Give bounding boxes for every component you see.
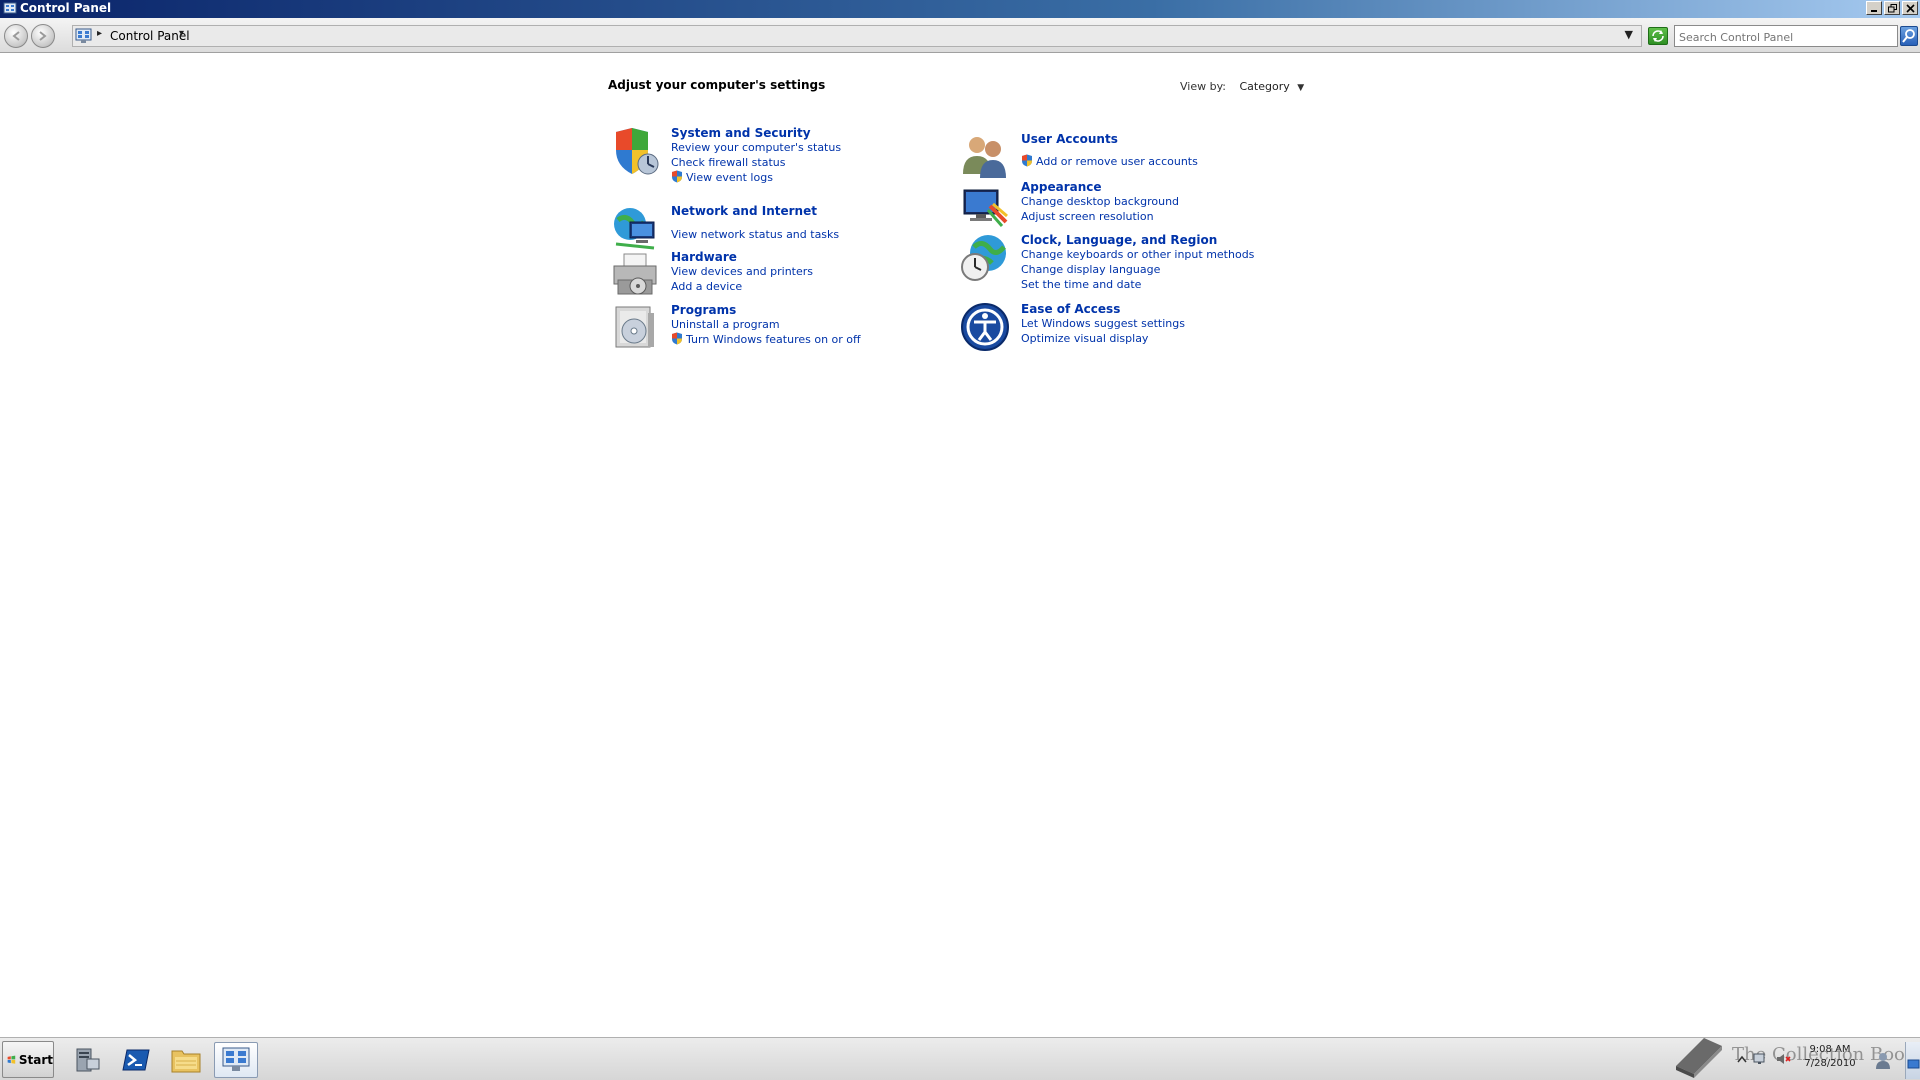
- programs-disc-icon: [615, 306, 654, 348]
- category-title[interactable]: Network and Internet: [671, 204, 839, 218]
- back-arrow-icon: [12, 31, 20, 41]
- network-tray-icon[interactable]: [1753, 1052, 1769, 1066]
- history-dropdown-icon[interactable]: ▼: [1625, 28, 1633, 41]
- show-desktop-icon: [1907, 1059, 1920, 1069]
- search-input[interactable]: [1679, 28, 1859, 47]
- control-panel-icon: [222, 1047, 250, 1071]
- start-button[interactable]: Start: [2, 1041, 54, 1078]
- volume-muted-icon[interactable]: [1775, 1052, 1791, 1066]
- network-globe-icon: [614, 208, 655, 250]
- link-optimize-display[interactable]: Optimize visual display: [1021, 331, 1185, 346]
- view-by-control: View by: Category ▼: [1180, 80, 1304, 93]
- uac-shield-icon: [672, 332, 682, 345]
- link-network-status[interactable]: View network status and tasks: [671, 227, 839, 242]
- refresh-button[interactable]: [1648, 27, 1668, 45]
- link-desktop-background[interactable]: Change desktop background: [1021, 194, 1179, 209]
- forward-button[interactable]: [31, 24, 55, 48]
- shield-icon: [616, 128, 659, 175]
- control-panel-icon: [75, 28, 92, 43]
- control-panel-icon: [3, 2, 17, 14]
- uac-shield-icon: [1022, 154, 1032, 167]
- category-title[interactable]: Appearance: [1021, 180, 1179, 194]
- category-title[interactable]: System and Security: [671, 126, 841, 140]
- powershell-icon: [122, 1049, 150, 1071]
- taskbar: Start: [0, 1037, 1920, 1080]
- link-uninstall-program[interactable]: Uninstall a program: [671, 317, 861, 332]
- title-bar: Control Panel: [0, 0, 1920, 18]
- address-field[interactable]: ▸ Control Panel ▾ ▼: [72, 25, 1642, 47]
- link-time-and-date[interactable]: Set the time and date: [1021, 277, 1254, 292]
- refresh-icon: [1652, 30, 1664, 42]
- taskbar-explorer[interactable]: [164, 1042, 208, 1078]
- breadcrumb[interactable]: Control Panel: [110, 29, 190, 43]
- link-label: Add or remove user accounts: [1036, 155, 1198, 168]
- printer-icon: [613, 253, 657, 295]
- show-hidden-icons-icon[interactable]: [1737, 1054, 1747, 1066]
- user-tray-icon[interactable]: [1873, 1050, 1893, 1070]
- window-title: Control Panel: [20, 1, 112, 15]
- back-button[interactable]: [4, 24, 28, 48]
- show-desktop-button[interactable]: [1905, 1042, 1920, 1079]
- link-label: Turn Windows features on or off: [686, 333, 861, 346]
- explorer-folder-icon: [171, 1050, 201, 1073]
- chevron-down-icon[interactable]: ▾: [179, 28, 184, 39]
- taskbar-server-manager[interactable]: [64, 1042, 108, 1078]
- taskbar-control-panel[interactable]: [214, 1042, 258, 1078]
- category-title[interactable]: User Accounts: [1021, 132, 1198, 146]
- address-toolbar: ▸ Control Panel ▾ ▼: [0, 18, 1920, 53]
- search-button[interactable]: [1900, 26, 1918, 46]
- monitor-color-icon: [963, 189, 1008, 227]
- category-title[interactable]: Ease of Access: [1021, 302, 1185, 316]
- link-change-keyboards[interactable]: Change keyboards or other input methods: [1021, 247, 1254, 262]
- link-review-status[interactable]: Review your computer's status: [671, 140, 841, 155]
- users-icon: [963, 137, 1006, 178]
- forward-arrow-icon: [39, 31, 47, 41]
- link-screen-resolution[interactable]: Adjust screen resolution: [1021, 209, 1179, 224]
- view-by-label: View by:: [1180, 80, 1226, 93]
- link-view-devices[interactable]: View devices and printers: [671, 264, 813, 279]
- clock[interactable]: 9:08 AM 7/28/2010: [1795, 1043, 1865, 1071]
- category-title[interactable]: Hardware: [671, 250, 813, 264]
- close-button[interactable]: [1902, 1, 1918, 15]
- link-add-device[interactable]: Add a device: [671, 279, 813, 294]
- restore-button[interactable]: [1884, 1, 1900, 15]
- start-label: Start: [18, 1052, 53, 1067]
- globe-clock-icon: [961, 235, 1006, 281]
- system-tray: 9:08 AM 7/28/2010: [1733, 1040, 1920, 1079]
- category-title[interactable]: Clock, Language, and Region: [1021, 233, 1254, 247]
- link-check-firewall[interactable]: Check firewall status: [671, 155, 841, 170]
- chevron-down-icon[interactable]: ▼: [1297, 83, 1304, 93]
- clock-time: 9:08 AM: [1809, 1044, 1851, 1055]
- link-suggest-settings[interactable]: Let Windows suggest settings: [1021, 316, 1185, 331]
- book-icon: [1676, 1038, 1722, 1078]
- link-view-event-logs[interactable]: View event logs: [671, 170, 841, 185]
- search-icon: [1902, 29, 1915, 43]
- search-field[interactable]: [1674, 25, 1898, 47]
- link-add-remove-users[interactable]: Add or remove user accounts: [1021, 154, 1198, 169]
- clock-date: 7/28/2010: [1804, 1058, 1856, 1069]
- ease-of-access-icon: [961, 303, 1009, 351]
- restore-icon: [1887, 3, 1897, 12]
- uac-shield-icon: [672, 170, 682, 183]
- minimize-icon: [1871, 10, 1877, 12]
- link-windows-features[interactable]: Turn Windows features on or off: [671, 332, 861, 347]
- minimize-button[interactable]: [1866, 1, 1882, 15]
- link-display-language[interactable]: Change display language: [1021, 262, 1254, 277]
- category-title[interactable]: Programs: [671, 303, 861, 317]
- windows-logo-icon: [7, 1055, 16, 1064]
- server-manager-icon: [76, 1048, 100, 1072]
- view-by-dropdown[interactable]: Category: [1240, 80, 1290, 93]
- link-label: View event logs: [686, 171, 773, 184]
- taskbar-powershell[interactable]: [114, 1042, 158, 1078]
- page-title: Adjust your computer's settings: [608, 78, 826, 92]
- chevron-right-icon[interactable]: ▸: [97, 28, 102, 39]
- close-icon: [1905, 3, 1915, 13]
